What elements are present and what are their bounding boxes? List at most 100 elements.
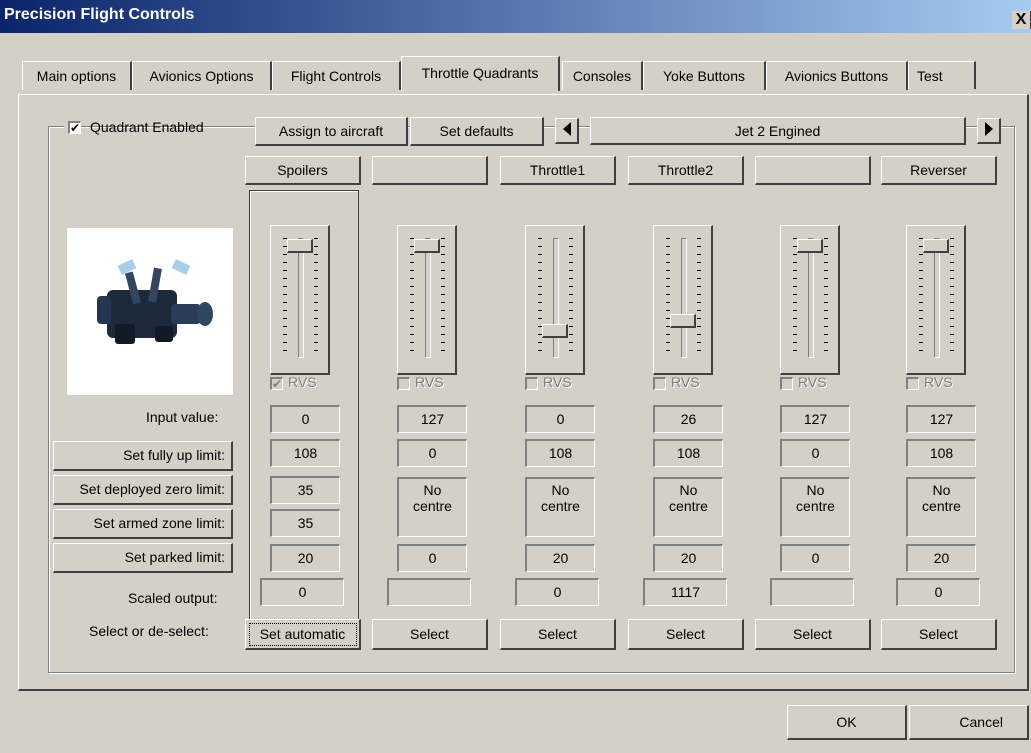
rvs-checkbox[interactable] xyxy=(780,377,793,390)
parked-limit-field: 0 xyxy=(397,544,467,572)
slider-ticks-left xyxy=(538,238,542,356)
axis-slider[interactable] xyxy=(397,225,457,375)
cancel-button[interactable]: Cancel xyxy=(909,705,1029,740)
parked-limit-field: 20 xyxy=(270,544,340,572)
column-name-button[interactable]: Spoilers xyxy=(245,156,361,185)
next-aircraft-button[interactable] xyxy=(977,118,1001,144)
ok-button[interactable]: OK xyxy=(787,705,907,740)
tab-throttle-quadrants[interactable]: Throttle Quadrants xyxy=(401,56,560,91)
rvs-checkbox[interactable]: ✔ xyxy=(270,377,283,390)
tab-yoke-buttons[interactable]: Yoke Buttons xyxy=(643,61,766,90)
tab-main-options[interactable]: Main options xyxy=(22,61,132,90)
slider-ticks-right xyxy=(314,238,318,356)
input-value-field: 127 xyxy=(780,405,850,433)
slider-thumb[interactable] xyxy=(414,239,440,253)
armed-zone-limit-field: 35 xyxy=(270,509,340,537)
fully-up-limit-field: 108 xyxy=(525,439,595,467)
column-name-button[interactable] xyxy=(755,156,871,185)
set-fully-up-limit-button[interactable]: Set fully up limit: xyxy=(53,441,233,471)
select-button[interactable]: Select xyxy=(881,619,997,650)
select-button[interactable]: Select xyxy=(500,619,616,650)
slider-ticks-right xyxy=(569,238,573,356)
slider-track xyxy=(553,238,559,358)
set-automatic-button[interactable]: Set automatic xyxy=(245,619,361,650)
fully-up-limit-field: 108 xyxy=(653,439,723,467)
slider-ticks-left xyxy=(919,238,923,356)
axis-slider[interactable] xyxy=(270,225,330,375)
slider-track xyxy=(298,238,304,358)
scaled-output-field: 0 xyxy=(515,578,599,606)
window-title: Precision Flight Controls xyxy=(4,6,195,23)
deployed-zero-limit-field: No centre xyxy=(653,477,723,537)
rvs-checkbox[interactable] xyxy=(906,377,919,390)
input-value-field: 127 xyxy=(906,405,976,433)
set-defaults-button[interactable]: Set defaults xyxy=(410,117,544,146)
deployed-zero-limit-field: No centre xyxy=(397,477,467,537)
slider-track xyxy=(808,238,814,358)
slider-ticks-left xyxy=(666,238,670,356)
select-button[interactable]: Select xyxy=(755,619,871,650)
select-button[interactable]: Select xyxy=(628,619,744,650)
axis-slider[interactable] xyxy=(525,225,585,375)
fully-up-limit-field: 108 xyxy=(906,439,976,467)
input-value-field: 0 xyxy=(525,405,595,433)
rvs-label: RVS xyxy=(924,374,953,390)
slider-track xyxy=(934,238,940,358)
fully-up-limit-field: 108 xyxy=(270,439,340,467)
slider-thumb[interactable] xyxy=(923,239,949,253)
rvs-checkbox[interactable] xyxy=(653,377,666,390)
slider-ticks-left xyxy=(410,238,414,356)
slider-thumb[interactable] xyxy=(542,324,568,338)
quadrant-enabled-label: Quadrant Enabled xyxy=(90,119,204,135)
rvs-label: RVS xyxy=(798,374,827,390)
assign-to-aircraft-button[interactable]: Assign to aircraft xyxy=(255,117,408,146)
scaled-output-field xyxy=(770,578,854,606)
deployed-zero-limit-field: No centre xyxy=(780,477,850,537)
set-armed-zone-limit-button[interactable]: Set armed zone limit: xyxy=(53,509,233,539)
tab-avionics-options[interactable]: Avionics Options xyxy=(132,61,272,90)
title-bar: Precision Flight Controls xyxy=(0,0,1031,33)
parked-limit-field: 20 xyxy=(525,544,595,572)
quadrant-enabled-checkbox[interactable]: ✔ xyxy=(68,121,81,134)
input-value-field: 127 xyxy=(397,405,467,433)
scaled-output-field: 0 xyxy=(896,578,980,606)
tab-consoles[interactable]: Consoles xyxy=(562,61,643,90)
slider-ticks-right xyxy=(824,238,828,356)
input-value-field: 0 xyxy=(270,405,340,433)
set-parked-limit-button[interactable]: Set parked limit: xyxy=(53,543,233,573)
previous-aircraft-button[interactable] xyxy=(555,118,579,144)
axis-slider[interactable] xyxy=(653,225,713,375)
throttle-quadrant-icon xyxy=(97,259,213,344)
slider-ticks-right xyxy=(441,238,445,356)
slider-thumb[interactable] xyxy=(287,239,313,253)
slider-track xyxy=(681,238,687,358)
deployed-zero-limit-field: No centre xyxy=(525,477,595,537)
tab-avionics-buttons[interactable]: Avionics Buttons xyxy=(766,61,908,90)
axis-slider[interactable] xyxy=(780,225,840,375)
select-button[interactable]: Select xyxy=(372,619,488,650)
slider-ticks-left xyxy=(283,238,287,356)
rvs-checkbox[interactable] xyxy=(397,377,410,390)
input-value-label: Input value: xyxy=(146,409,219,425)
rvs-label: RVS xyxy=(671,374,700,390)
tab-test[interactable]: Test xyxy=(908,61,976,89)
set-deployed-zero-limit-button[interactable]: Set deployed zero limit: xyxy=(53,475,233,505)
deployed-zero-limit-field: 35 xyxy=(270,476,340,504)
slider-ticks-right xyxy=(697,238,701,356)
column-name-button[interactable]: Reverser xyxy=(881,156,997,185)
axis-slider[interactable] xyxy=(906,225,966,375)
column-name-button[interactable]: Throttle2 xyxy=(628,156,744,185)
rvs-checkbox[interactable] xyxy=(525,377,538,390)
slider-thumb[interactable] xyxy=(797,239,823,253)
parked-limit-field: 20 xyxy=(653,544,723,572)
tab-strip: Main options Avionics Options Flight Con… xyxy=(22,56,982,95)
quadrant-enabled-toggle[interactable]: ✔ Quadrant Enabled xyxy=(64,117,204,139)
fully-up-limit-field: 0 xyxy=(397,439,467,467)
close-button[interactable]: X xyxy=(1012,11,1031,29)
tab-flight-controls[interactable]: Flight Controls xyxy=(272,61,401,90)
arrow-right-icon xyxy=(984,122,993,136)
column-name-button[interactable] xyxy=(372,156,488,185)
column-name-button[interactable]: Throttle1 xyxy=(500,156,616,185)
throttle-quadrant-image xyxy=(67,228,233,395)
slider-thumb[interactable] xyxy=(670,314,696,328)
